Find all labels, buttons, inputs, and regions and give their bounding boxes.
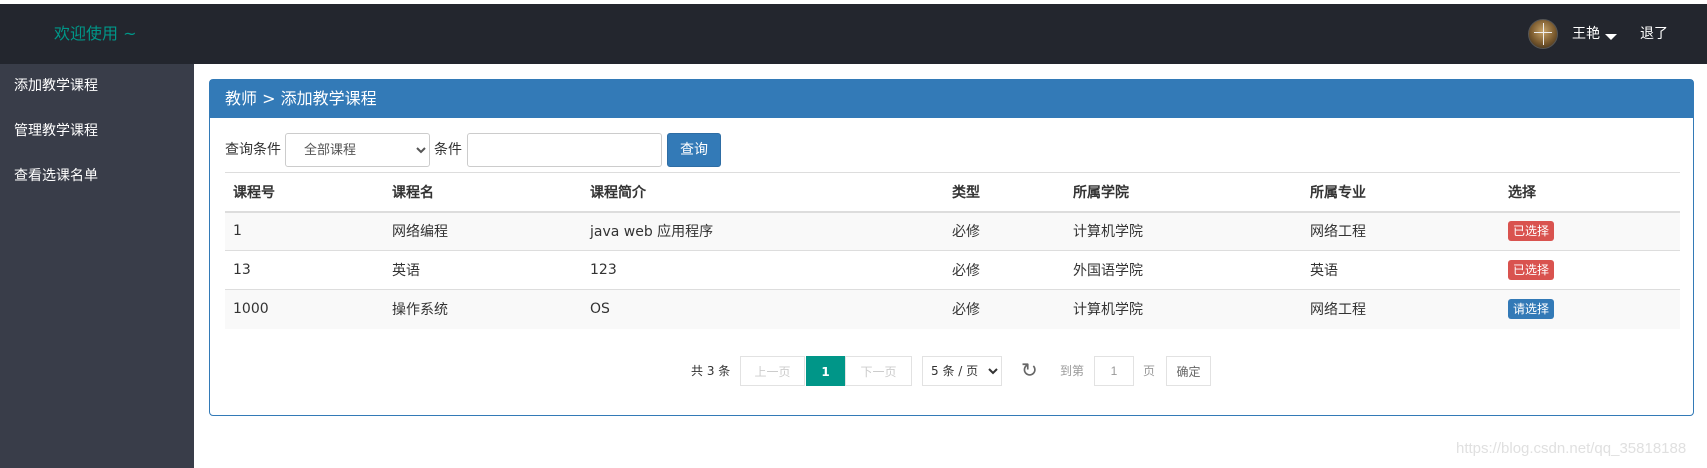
sidebar-item-view-enrollment[interactable]: 查看选课名单 (0, 154, 194, 199)
pager-current-page[interactable]: 1 (806, 356, 845, 386)
page-size-select[interactable]: 5 条 / 页 (922, 356, 1002, 386)
cell-course-name: 英语 (384, 250, 582, 290)
course-panel: 教师 > 添加教学课程 查询条件 全部课程 条件 查询 课程号 课程名 课程简介… (209, 79, 1694, 416)
cell-course-intro: 123 (582, 250, 944, 290)
course-table: 课程号 课程名 课程简介 类型 所属学院 所属专业 选择 1 网络编程 java… (225, 172, 1680, 329)
refresh-icon[interactable]: ↻ (1021, 356, 1038, 386)
col-type: 类型 (944, 172, 1065, 213)
pager-next-button[interactable]: 下一页 (845, 356, 912, 386)
cell-type: 必修 (944, 289, 1065, 329)
cell-course-intro: OS (582, 289, 944, 329)
col-college: 所属学院 (1065, 172, 1302, 213)
pager-goto-input[interactable] (1094, 356, 1134, 386)
pager-prev-button[interactable]: 上一页 (740, 356, 805, 386)
col-course-name: 课程名 (384, 172, 582, 213)
cell-major: 网络工程 (1302, 289, 1500, 329)
table-row: 1 网络编程 java web 应用程序 必修 计算机学院 网络工程 已选择 (225, 211, 1680, 251)
cell-course-id: 1 (225, 211, 384, 251)
cell-type: 必修 (944, 211, 1065, 251)
query-condition-label: 查询条件 (225, 142, 281, 158)
cell-major: 网络工程 (1302, 211, 1500, 251)
choose-button[interactable]: 请选择 (1508, 299, 1555, 320)
logout-link[interactable]: 退了 (1640, 4, 1668, 64)
cell-course-id: 1000 (225, 289, 384, 329)
sidebar-item-add-course[interactable]: 添加教学课程 (0, 64, 194, 109)
sidebar: 添加教学课程 管理教学课程 查看选课名单 (0, 64, 194, 468)
cell-course-name: 网络编程 (384, 211, 582, 251)
watermark-text: https://blog.csdn.net/qq_35818188 (1456, 440, 1687, 457)
cell-college: 计算机学院 (1065, 289, 1302, 329)
panel-title: 教师 > 添加教学课程 (210, 80, 1693, 118)
pagination: 共 3 条 上一页 1 下一页 5 条 / 页 ↻ 到第 页 确定 (210, 356, 1693, 386)
cell-college: 计算机学院 (1065, 211, 1302, 251)
pager-goto-label: 到第 (1060, 364, 1085, 378)
caret-down-icon[interactable] (1605, 34, 1617, 40)
top-navbar: 欢迎使用 ~ 王艳 退了 (0, 4, 1707, 64)
cell-choose: 已选择 (1500, 211, 1680, 251)
pager-confirm-button[interactable]: 确定 (1166, 356, 1211, 386)
pager-total: 共 3 条 (691, 364, 731, 378)
cell-major: 英语 (1302, 250, 1500, 290)
sidebar-item-manage-course[interactable]: 管理教学课程 (0, 109, 194, 154)
cell-choose: 请选择 (1500, 289, 1680, 329)
username-menu[interactable]: 王艳 (1572, 4, 1600, 64)
condition-label: 条件 (434, 142, 462, 158)
cell-course-id: 13 (225, 250, 384, 290)
user-avatar[interactable] (1528, 19, 1558, 49)
course-filter-select[interactable]: 全部课程 (285, 133, 430, 167)
cell-type: 必修 (944, 250, 1065, 290)
table-header-row: 课程号 课程名 课程简介 类型 所属学院 所属专业 选择 (225, 172, 1680, 213)
col-choose: 选择 (1500, 172, 1680, 213)
col-course-intro: 课程简介 (582, 172, 944, 213)
selected-badge[interactable]: 已选择 (1508, 260, 1555, 280)
selected-badge[interactable]: 已选择 (1508, 221, 1555, 242)
pager-page-unit: 页 (1143, 364, 1156, 378)
cell-course-name: 操作系统 (384, 289, 582, 329)
col-major: 所属专业 (1302, 172, 1500, 213)
query-button[interactable]: 查询 (667, 133, 721, 167)
brand-title: 欢迎使用 ~ (54, 24, 137, 43)
col-course-id: 课程号 (225, 172, 384, 213)
table-row: 1000 操作系统 OS 必修 计算机学院 网络工程 请选择 (225, 289, 1680, 329)
condition-input[interactable] (467, 133, 662, 167)
table-row: 13 英语 123 必修 外国语学院 英语 已选择 (225, 250, 1680, 290)
cell-choose: 已选择 (1500, 250, 1680, 290)
cell-college: 外国语学院 (1065, 250, 1302, 290)
cell-course-intro: java web 应用程序 (582, 211, 944, 251)
